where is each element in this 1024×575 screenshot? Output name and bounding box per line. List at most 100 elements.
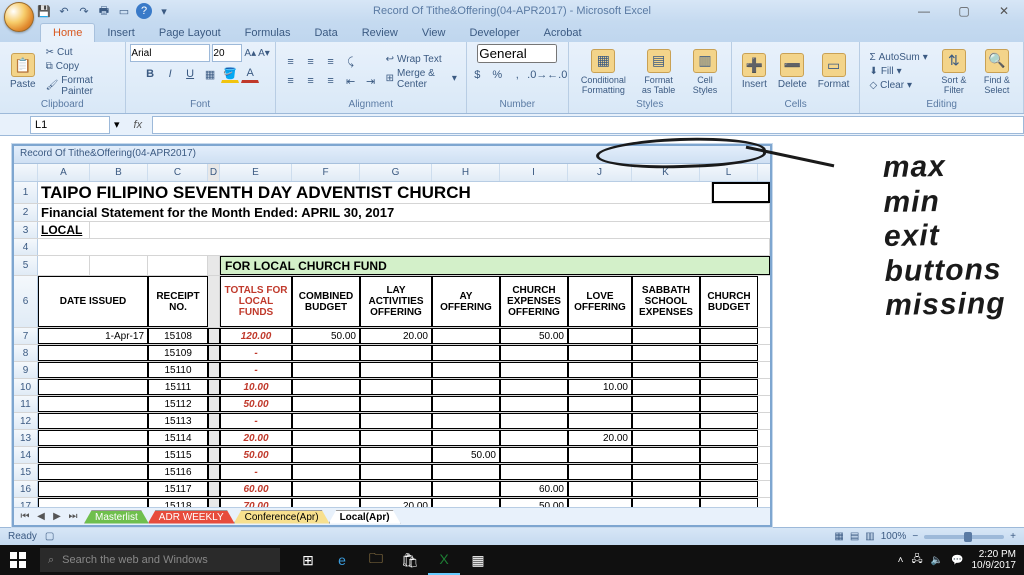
cell[interactable] xyxy=(700,328,758,344)
cell[interactable] xyxy=(432,396,500,412)
cell[interactable]: 20.00 xyxy=(220,430,292,446)
tab-home[interactable]: Home xyxy=(40,23,95,42)
increase-font-icon[interactable]: A▴ xyxy=(244,48,256,59)
cell[interactable] xyxy=(360,481,432,497)
bold-button[interactable]: B xyxy=(141,65,159,83)
cell[interactable] xyxy=(432,498,500,507)
zoom-slider[interactable] xyxy=(924,535,1004,539)
row-header[interactable]: 12 xyxy=(14,413,38,429)
cell[interactable] xyxy=(292,430,360,446)
number-format-select[interactable] xyxy=(477,44,557,63)
data-rows[interactable]: 1TAIPO FILIPINO SEVENTH DAY ADVENTIST CH… xyxy=(14,182,770,507)
cell[interactable] xyxy=(90,256,148,275)
cell[interactable] xyxy=(700,447,758,463)
cell[interactable] xyxy=(208,481,220,497)
cell[interactable] xyxy=(292,447,360,463)
font-color-button[interactable]: A xyxy=(241,65,259,83)
align-left-icon[interactable]: ≡ xyxy=(282,72,300,90)
align-right-icon[interactable]: ≡ xyxy=(322,72,340,90)
cell[interactable] xyxy=(500,379,568,395)
cell[interactable] xyxy=(292,379,360,395)
cell[interactable]: 50.00 xyxy=(292,328,360,344)
cell[interactable] xyxy=(360,447,432,463)
cell[interactable]: - xyxy=(220,413,292,429)
cell[interactable] xyxy=(38,447,148,463)
cell[interactable]: SABBATH SCHOOL EXPENSES xyxy=(632,276,700,327)
row-header[interactable]: 16 xyxy=(14,481,38,497)
cell[interactable]: 50.00 xyxy=(500,498,568,507)
close-button[interactable]: ✕ xyxy=(984,0,1024,22)
col-header-c[interactable]: C xyxy=(148,164,208,181)
qat-undo-icon[interactable]: ↶ xyxy=(56,3,72,19)
increase-indent-icon[interactable]: ⇥ xyxy=(362,72,380,90)
cell[interactable] xyxy=(500,430,568,446)
col-header-d[interactable]: D xyxy=(208,164,220,181)
row-header[interactable]: 15 xyxy=(14,464,38,480)
cell[interactable] xyxy=(360,464,432,480)
decrease-font-icon[interactable]: A▾ xyxy=(258,48,270,59)
tab-insert[interactable]: Insert xyxy=(95,24,147,42)
cell[interactable] xyxy=(360,362,432,378)
cell[interactable] xyxy=(292,481,360,497)
cell[interactable] xyxy=(38,362,148,378)
autosum-button[interactable]: ΣAutoSum▾ xyxy=(866,51,930,64)
formula-input[interactable] xyxy=(152,116,1024,134)
cell[interactable] xyxy=(432,430,500,446)
paste-button[interactable]: 📋Paste xyxy=(6,51,40,92)
cell[interactable] xyxy=(38,430,148,446)
column-headers[interactable]: A B C D E F G H I J K L xyxy=(14,164,770,182)
row-header[interactable]: 1 xyxy=(14,182,38,203)
explorer-icon[interactable]: 🗀 xyxy=(360,545,392,575)
sheet-tab-adr weekly[interactable]: ADR WEEKLY xyxy=(148,510,235,524)
taskbar-search[interactable]: ⌕ Search the web and Windows xyxy=(40,548,280,572)
sheet-nav-next-icon[interactable]: ▶ xyxy=(50,511,64,522)
view-layout-icon[interactable]: ▤ xyxy=(850,531,859,542)
cell[interactable] xyxy=(700,396,758,412)
qat-redo-icon[interactable]: ↷ xyxy=(76,3,92,19)
cell[interactable] xyxy=(632,464,700,480)
cell[interactable]: 15117 xyxy=(148,481,208,497)
sheet-nav-prev-icon[interactable]: ◀ xyxy=(34,511,48,522)
cell[interactable] xyxy=(500,362,568,378)
row-header[interactable]: 6 xyxy=(14,276,38,327)
cell[interactable] xyxy=(38,345,148,361)
row-header[interactable]: 11 xyxy=(14,396,38,412)
cell[interactable] xyxy=(632,498,700,507)
cell[interactable]: 15109 xyxy=(148,345,208,361)
cell[interactable]: 120.00 xyxy=(220,328,292,344)
cell[interactable]: 1-Apr-17 xyxy=(38,328,148,344)
taskbar-clock[interactable]: 2:20 PM 10/9/2017 xyxy=(972,549,1017,571)
cell[interactable]: 50.00 xyxy=(220,396,292,412)
row-header[interactable]: 3 xyxy=(14,222,38,238)
delete-cells-button[interactable]: ➖Delete xyxy=(774,51,811,92)
tab-view[interactable]: View xyxy=(410,24,458,42)
cell[interactable] xyxy=(38,464,148,480)
cell[interactable]: - xyxy=(220,464,292,480)
cell[interactable] xyxy=(632,345,700,361)
merge-center-button[interactable]: ⊞Merge & Center▾ xyxy=(383,67,460,91)
cell-styles-button[interactable]: ▥Cell Styles xyxy=(685,47,725,97)
col-header-f[interactable]: F xyxy=(292,164,360,181)
qat-print-icon[interactable]: 🖶 xyxy=(96,3,112,19)
row-header[interactable]: 10 xyxy=(14,379,38,395)
cell[interactable] xyxy=(568,498,632,507)
copy-button[interactable]: ⧉Copy xyxy=(43,60,119,73)
font-size-input[interactable] xyxy=(212,44,242,62)
sheet-tab-local(apr)[interactable]: Local(Apr) xyxy=(329,510,401,524)
cell[interactable] xyxy=(38,413,148,429)
cell[interactable]: 20.00 xyxy=(360,328,432,344)
maximize-button[interactable]: ▢ xyxy=(944,0,984,22)
cell[interactable]: 10.00 xyxy=(220,379,292,395)
row-header[interactable]: 7 xyxy=(14,328,38,344)
cell[interactable]: - xyxy=(220,362,292,378)
italic-button[interactable]: I xyxy=(161,65,179,83)
cell[interactable]: 50.00 xyxy=(432,447,500,463)
clear-button[interactable]: ◇Clear▾ xyxy=(866,79,930,92)
cell[interactable] xyxy=(632,396,700,412)
cell[interactable] xyxy=(292,345,360,361)
cell[interactable] xyxy=(208,362,220,378)
cell[interactable]: 20.00 xyxy=(360,498,432,507)
percent-icon[interactable]: % xyxy=(488,66,506,84)
comma-icon[interactable]: , xyxy=(508,66,526,84)
cell[interactable] xyxy=(208,396,220,412)
